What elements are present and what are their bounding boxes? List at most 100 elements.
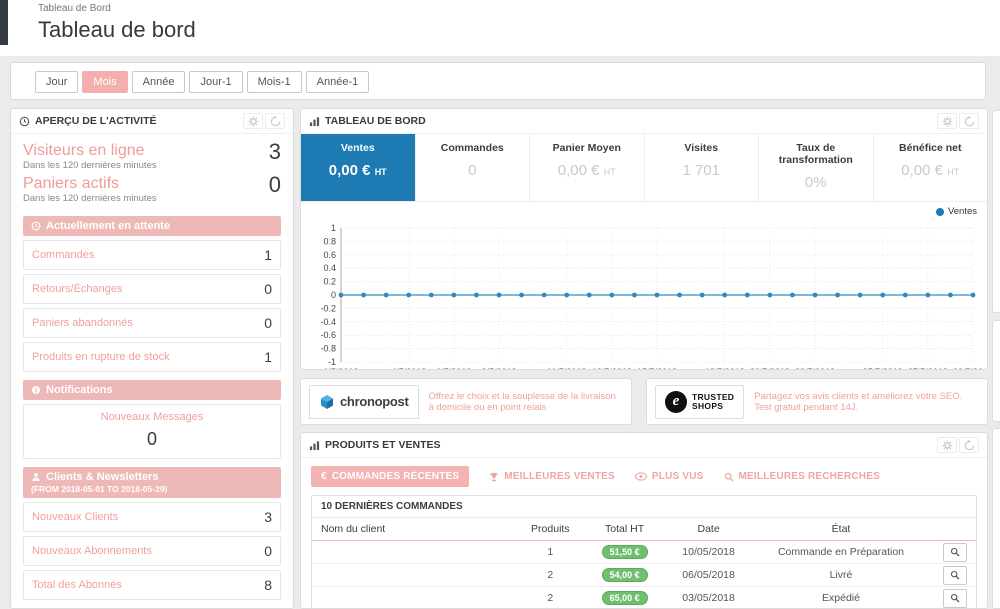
clients-row[interactable]: Nouveaux Clients 3 (23, 502, 281, 532)
clock-icon (31, 221, 41, 231)
messages-box[interactable]: Nouveaux Messages 0 (23, 404, 281, 459)
gear-icon[interactable] (937, 113, 957, 129)
view-order-button[interactable] (942, 542, 967, 562)
svg-text:1/5/2018: 1/5/2018 (323, 367, 358, 370)
active-carts-metric: Paniers actifs Dans les 120 dernières mi… (23, 174, 281, 208)
products-sales-panel: PRODUITS ET VENTES € COMMANDES RÉCENTES … (300, 432, 988, 609)
pending-row[interactable]: Commandes 1 (23, 240, 281, 270)
filter-year-button[interactable]: Année (131, 71, 186, 93)
kpi-value: 0% (804, 174, 827, 191)
kpi-unit: HT (603, 167, 616, 177)
time-filter-buttons: Jour Mois Année Jour-1 Mois-1 Année-1 (35, 71, 370, 93)
svg-text:6/5/2018: 6/5/2018 (436, 367, 471, 370)
trusted-shops-ad-text[interactable]: Partagez vos avis clients et améliorez v… (754, 391, 979, 413)
chronopost-ad[interactable]: chronopost Offrez le choix et la souples… (300, 378, 632, 425)
chronopost-cube-icon (319, 394, 335, 410)
svg-text:8/5/2018: 8/5/2018 (481, 367, 516, 370)
svg-text:0: 0 (331, 290, 336, 300)
kpi-benefice-net[interactable]: Bénéfice net 0,00 € HT (874, 134, 988, 201)
kpi-value: 0 (468, 162, 477, 179)
svg-text:27/5/2018: 27/5/2018 (908, 367, 948, 370)
kpi-label: Panier Moyen (552, 142, 621, 154)
svg-text:20/5/2018: 20/5/2018 (750, 367, 790, 370)
row-label[interactable]: Retours/Échanges (32, 283, 264, 295)
order-total-badge: 51,50 € (601, 545, 648, 559)
filter-month-1-button[interactable]: Mois-1 (246, 71, 302, 93)
kpi-panier-moyen[interactable]: Panier Moyen 0,00 € HT (530, 134, 645, 201)
products-panel-header: PRODUITS ET VENTES (301, 433, 987, 458)
activity-panel-header: APERÇU DE L'ACTIVITÉ (11, 109, 293, 134)
right-panel-sliver (992, 428, 1000, 609)
trusted-shops-ad[interactable]: e TRUSTED SHOPS Partagez vos avis clients… (646, 378, 988, 425)
chronopost-ad-text[interactable]: Offrez le choix et la souplesse de la li… (429, 391, 624, 413)
row-label[interactable]: Nouveaux Abonnements (32, 545, 264, 557)
row-label[interactable]: Paniers abandonnés (32, 317, 264, 329)
products-panel-title: PRODUITS ET VENTES (325, 439, 441, 451)
clients-row[interactable]: Nouveaux Abonnements 0 (23, 536, 281, 566)
kpi-label: Ventes (340, 142, 375, 154)
online-visitors-value: 3 (268, 139, 281, 164)
active-carts-label[interactable]: Paniers actifs (23, 175, 269, 193)
row-value: 0 (264, 543, 272, 559)
recent-orders-table: 10 DERNIÈRES COMMANDES Nom du client Pro… (311, 495, 977, 608)
trophy-icon (489, 472, 499, 482)
search-icon (724, 472, 734, 482)
pending-section-title: Actuellement en attente (46, 220, 171, 232)
order-total-badge: 65,00 € (601, 591, 648, 605)
tab-commandes-recentes[interactable]: € COMMANDES RÉCENTES (311, 466, 470, 487)
breadcrumb[interactable]: Tableau de Bord (38, 3, 111, 14)
row-label[interactable]: Commandes (32, 249, 264, 261)
svg-text:11/5/2018: 11/5/2018 (547, 367, 586, 370)
pending-row[interactable]: Retours/Échanges 0 (23, 274, 281, 304)
pending-row[interactable]: Produits en rupture de stock 1 (23, 342, 281, 372)
svg-text:18/5/2018: 18/5/2018 (705, 367, 745, 370)
order-row[interactable]: 1 51,50 € 10/05/2018 Commande en Prépara… (312, 541, 976, 564)
kpi-taux-transformation[interactable]: Taux de transformation 0% (759, 134, 874, 201)
filter-year-1-button[interactable]: Année-1 (305, 71, 370, 93)
refresh-icon[interactable] (959, 113, 979, 129)
filter-month-button[interactable]: Mois (82, 71, 128, 93)
filter-day-1-button[interactable]: Jour-1 (189, 71, 243, 93)
kpi-label: Taux de transformation (778, 142, 853, 166)
row-label[interactable]: Total des Abonnés (32, 579, 264, 591)
view-order-button[interactable] (942, 565, 967, 585)
col-date: Date (697, 523, 720, 535)
bar-chart-icon (309, 116, 320, 127)
tab-meilleures-ventes[interactable]: MEILLEURES VENTES (489, 471, 615, 482)
tab-plus-vus[interactable]: PLUS VUS (634, 471, 704, 482)
gear-icon[interactable] (243, 113, 263, 129)
sales-line-chart: 1 0.8 0.6 0.4 0.2 0 -0.2 -0.4 -0.6 -0.8 -11/5/2018… (320, 223, 983, 370)
messages-label[interactable]: Nouveaux Messages (32, 411, 272, 423)
clients-date-range: (FROM 2018-05-01 TO 2018-05-29) (31, 484, 168, 494)
messages-value: 0 (146, 429, 157, 449)
svg-text:15/5/2018: 15/5/2018 (637, 367, 677, 370)
pending-section-header: Actuellement en attente (23, 216, 281, 236)
order-row[interactable]: 2 65,00 € 03/05/2018 Expédié (312, 587, 976, 608)
right-panel-sliver (992, 110, 1000, 313)
kpi-value: 1 701 (682, 162, 721, 179)
page-title: Tableau de bord (38, 17, 196, 42)
kpi-commandes[interactable]: Commandes 0 (416, 134, 530, 201)
gear-icon[interactable] (937, 437, 957, 453)
chronopost-logo: chronopost (309, 384, 419, 419)
chart-legend[interactable]: Ventes (935, 206, 977, 217)
col-total-ht: Total HT (605, 523, 645, 535)
online-visitors-label[interactable]: Visiteurs en ligne (23, 142, 269, 160)
row-label[interactable]: Nouveaux Clients (32, 511, 264, 523)
kpi-ventes[interactable]: Ventes 0,00 € HT (301, 134, 416, 201)
order-row[interactable]: 2 54,00 € 06/05/2018 Livré (312, 564, 976, 587)
row-label[interactable]: Produits en rupture de stock (32, 351, 264, 363)
col-produits: Produits (531, 523, 570, 535)
filter-day-button[interactable]: Jour (35, 71, 79, 93)
kpi-visites[interactable]: Visites 1 701 (645, 134, 759, 201)
online-visitors-sub: Dans les 120 dernières minutes (23, 160, 157, 171)
refresh-icon[interactable] (265, 113, 285, 129)
row-value: 0 (264, 281, 272, 297)
tab-meilleures-recherches[interactable]: MEILLEURES RECHERCHES (724, 471, 880, 482)
pending-row[interactable]: Paniers abandonnés 0 (23, 308, 281, 338)
refresh-icon[interactable] (959, 437, 979, 453)
clients-row[interactable]: Total des Abonnés 8 (23, 570, 281, 600)
tab-label: COMMANDES RÉCENTES (331, 471, 460, 482)
kpi-row: Ventes 0,00 € HT Commandes 0 Panier Moye… (301, 134, 987, 202)
view-order-button[interactable] (942, 588, 967, 608)
